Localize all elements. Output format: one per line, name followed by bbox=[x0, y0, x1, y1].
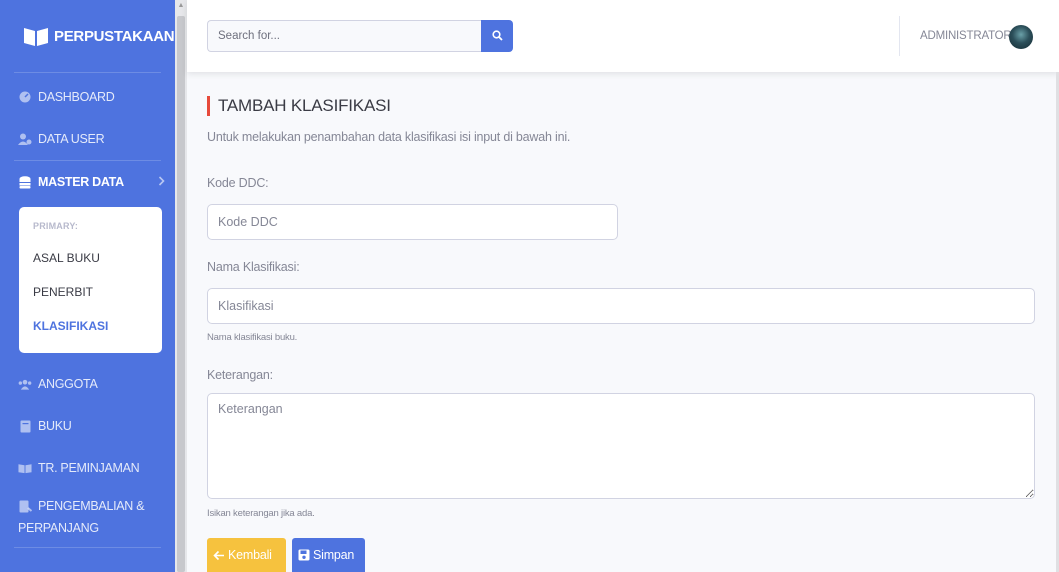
sidebar-item-pengembalian[interactable]: PENGEMBALIAN & PERPANJANG bbox=[0, 489, 175, 547]
submenu-header: PRIMARY: bbox=[33, 221, 79, 231]
save-button[interactable]: Simpan bbox=[292, 538, 365, 572]
database-icon bbox=[18, 175, 32, 189]
book-logo-icon bbox=[22, 22, 50, 50]
book-return-icon bbox=[18, 499, 32, 513]
sidebar: PERPUSTAKAAN DASHBOARD DATA USER MASTER … bbox=[0, 0, 175, 572]
chevron-right-icon bbox=[158, 175, 165, 189]
brand[interactable]: PERPUSTAKAAN bbox=[0, 0, 175, 72]
users-icon bbox=[18, 377, 32, 391]
keterangan-help: Isikan keterangan jika ada. bbox=[207, 508, 315, 519]
page-title: TAMBAH KLASIFIKASI bbox=[207, 96, 391, 116]
sidebar-item-dashboard[interactable]: DASHBOARD bbox=[0, 76, 175, 118]
master-data-submenu: PRIMARY: ASAL BUKU PENERBIT KLASIFIKASI bbox=[19, 207, 162, 353]
sidebar-divider bbox=[14, 72, 161, 73]
keterangan-textarea[interactable] bbox=[207, 393, 1035, 499]
arrow-left-icon bbox=[213, 550, 225, 561]
sidebar-item-data-user[interactable]: DATA USER bbox=[0, 118, 175, 160]
sidebar-item-anggota[interactable]: ANGGOTA bbox=[0, 363, 175, 405]
keterangan-label: Keterangan: bbox=[207, 368, 273, 382]
sidebar-item-label: PENGEMBALIAN & bbox=[38, 499, 145, 513]
sidebar-item-label: TR. PEMINJAMAN bbox=[38, 461, 140, 475]
search-button[interactable] bbox=[481, 20, 513, 52]
search-icon bbox=[491, 29, 503, 44]
avatar[interactable] bbox=[1009, 25, 1033, 49]
sidebar-item-tr-peminjaman[interactable]: TR. PEMINJAMAN bbox=[0, 447, 175, 489]
user-name[interactable]: ADMINISTRATOR bbox=[920, 30, 1012, 42]
brand-text: PERPUSTAKAAN bbox=[54, 27, 175, 45]
topbar: ADMINISTRATOR bbox=[187, 0, 1059, 72]
back-button[interactable]: Kembali bbox=[207, 538, 286, 572]
users-cog-icon bbox=[18, 132, 32, 146]
sidebar-item-buku[interactable]: BUKU bbox=[0, 405, 175, 447]
book-icon bbox=[18, 419, 32, 433]
submenu-item-asal-buku[interactable]: ASAL BUKU bbox=[19, 241, 162, 275]
sidebar-item-label: ANGGOTA bbox=[38, 377, 98, 391]
sidebar-scrollbar[interactable]: ▲ bbox=[175, 0, 187, 572]
nama-klasifikasi-label: Nama Klasifikasi: bbox=[207, 260, 300, 274]
sidebar-item-label-line2: PERPANJANG bbox=[18, 521, 99, 535]
search-form bbox=[207, 20, 513, 52]
scroll-up-arrow-icon[interactable]: ▲ bbox=[177, 2, 185, 12]
sidebar-item-label: DASHBOARD bbox=[38, 90, 115, 104]
page-subtitle: Untuk melakukan penambahan data klasifik… bbox=[207, 130, 571, 144]
sidebar-item-label: BUKU bbox=[38, 419, 72, 433]
main-content: TAMBAH KLASIFIKASI Untuk melakukan penam… bbox=[187, 72, 1059, 572]
nama-klasifikasi-input[interactable] bbox=[207, 288, 1035, 324]
kode-ddc-label: Kode DDC: bbox=[207, 176, 269, 190]
sidebar-item-label: DATA USER bbox=[38, 132, 105, 146]
sidebar-item-master-data[interactable]: MASTER DATA bbox=[0, 161, 175, 203]
submenu-item-penerbit[interactable]: PENERBIT bbox=[19, 275, 162, 309]
kode-ddc-input[interactable] bbox=[207, 204, 618, 240]
save-icon bbox=[298, 549, 310, 561]
dashboard-icon bbox=[18, 90, 32, 104]
book-open-icon bbox=[18, 461, 32, 475]
search-input[interactable] bbox=[207, 20, 481, 52]
sidebar-divider bbox=[14, 547, 161, 548]
submenu-item-klasifikasi[interactable]: KLASIFIKASI bbox=[19, 309, 162, 343]
sidebar-item-label: MASTER DATA bbox=[38, 175, 124, 189]
nama-klasifikasi-help: Nama klasifikasi buku. bbox=[207, 332, 298, 343]
back-button-label: Kembali bbox=[228, 548, 272, 562]
topbar-divider bbox=[899, 16, 900, 56]
scrollbar-thumb[interactable] bbox=[177, 16, 185, 572]
save-button-label: Simpan bbox=[313, 548, 355, 562]
